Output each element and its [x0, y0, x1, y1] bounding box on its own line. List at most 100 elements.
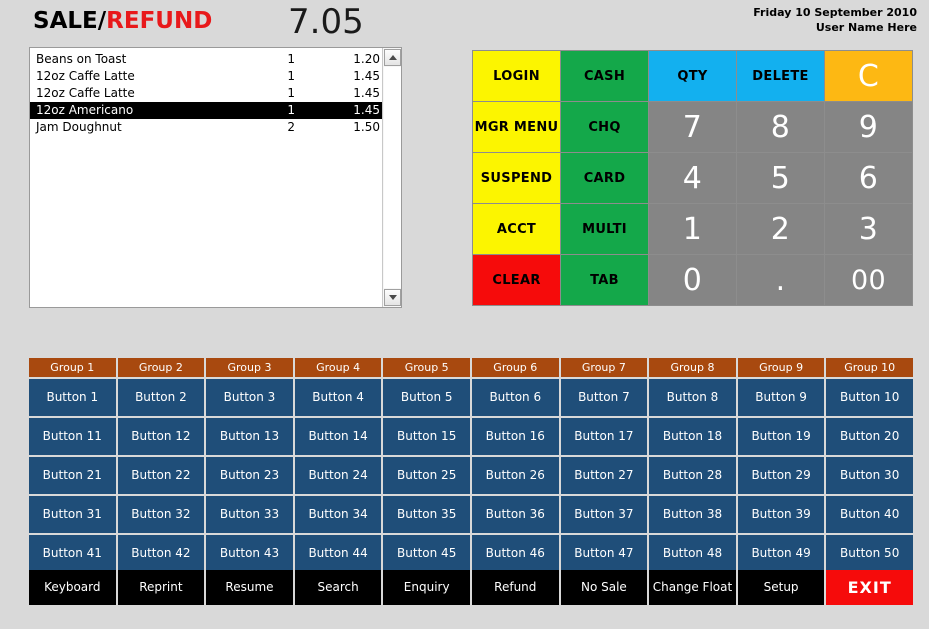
- product-button[interactable]: Button 28: [649, 457, 736, 494]
- keypad-key-3[interactable]: 3: [825, 204, 912, 254]
- receipt-row[interactable]: 12oz Caffe Latte 1 1.45: [30, 68, 382, 85]
- keypad-key-9[interactable]: 9: [825, 102, 912, 152]
- product-button[interactable]: Button 25: [383, 457, 470, 494]
- keypad-key-qty[interactable]: QTY: [649, 51, 736, 101]
- group-tab[interactable]: Group 4: [294, 358, 382, 377]
- product-button[interactable]: Button 19: [737, 418, 825, 455]
- action-button-exit[interactable]: EXIT: [826, 570, 913, 605]
- action-button-search[interactable]: Search: [294, 570, 382, 605]
- product-button[interactable]: Button 4: [294, 379, 382, 416]
- receipt-row[interactable]: Jam Doughnut 2 1.50: [30, 119, 382, 136]
- action-button-change-float[interactable]: Change Float: [649, 570, 736, 605]
- keypad-key-multi[interactable]: MULTI: [561, 204, 648, 254]
- product-button[interactable]: Button 9: [737, 379, 825, 416]
- product-button[interactable]: Button 40: [826, 496, 913, 533]
- group-tab[interactable]: Group 6: [471, 358, 559, 377]
- group-tab[interactable]: Group 5: [383, 358, 470, 377]
- action-button-no-sale[interactable]: No Sale: [560, 570, 648, 605]
- keypad-key-tab[interactable]: TAB: [561, 255, 648, 305]
- product-button[interactable]: Button 47: [560, 535, 648, 572]
- action-button-refund[interactable]: Refund: [471, 570, 559, 605]
- keypad-key-4[interactable]: 4: [649, 153, 736, 203]
- keypad-key-7[interactable]: 7: [649, 102, 736, 152]
- product-button[interactable]: Button 36: [471, 496, 559, 533]
- receipt-row[interactable]: 12oz Americano 1 1.45: [30, 102, 382, 119]
- product-button[interactable]: Button 34: [294, 496, 382, 533]
- product-button[interactable]: Button 35: [383, 496, 470, 533]
- group-tab[interactable]: Group 7: [560, 358, 648, 377]
- product-button[interactable]: Button 18: [649, 418, 736, 455]
- scroll-down-button[interactable]: [384, 289, 401, 306]
- keypad-key-card[interactable]: CARD: [561, 153, 648, 203]
- product-button[interactable]: Button 22: [117, 457, 205, 494]
- product-button[interactable]: Button 13: [206, 418, 293, 455]
- product-button[interactable]: Button 20: [826, 418, 913, 455]
- keypad-key-[interactable]: .: [737, 255, 824, 305]
- product-button[interactable]: Button 7: [560, 379, 648, 416]
- keypad-key-00[interactable]: 00: [825, 255, 912, 305]
- product-button[interactable]: Button 29: [737, 457, 825, 494]
- keypad-key-mgr-menu[interactable]: MGR MENU: [473, 102, 560, 152]
- action-button-keyboard[interactable]: Keyboard: [29, 570, 116, 605]
- product-button[interactable]: Button 32: [117, 496, 205, 533]
- product-button[interactable]: Button 14: [294, 418, 382, 455]
- action-button-reprint[interactable]: Reprint: [117, 570, 205, 605]
- product-button[interactable]: Button 48: [649, 535, 736, 572]
- product-button[interactable]: Button 39: [737, 496, 825, 533]
- keypad-key-6[interactable]: 6: [825, 153, 912, 203]
- product-button[interactable]: Button 27: [560, 457, 648, 494]
- product-button[interactable]: Button 45: [383, 535, 470, 572]
- product-button[interactable]: Button 41: [29, 535, 116, 572]
- product-button[interactable]: Button 8: [649, 379, 736, 416]
- product-button[interactable]: Button 43: [206, 535, 293, 572]
- product-button[interactable]: Button 2: [117, 379, 205, 416]
- product-button[interactable]: Button 24: [294, 457, 382, 494]
- product-button[interactable]: Button 37: [560, 496, 648, 533]
- product-button[interactable]: Button 5: [383, 379, 470, 416]
- product-button[interactable]: Button 15: [383, 418, 470, 455]
- product-button[interactable]: Button 11: [29, 418, 116, 455]
- group-tab[interactable]: Group 2: [117, 358, 205, 377]
- product-button[interactable]: Button 49: [737, 535, 825, 572]
- product-button[interactable]: Button 6: [471, 379, 559, 416]
- product-button[interactable]: Button 21: [29, 457, 116, 494]
- keypad-key-acct[interactable]: ACCT: [473, 204, 560, 254]
- scroll-up-button[interactable]: [384, 49, 401, 66]
- product-button[interactable]: Button 17: [560, 418, 648, 455]
- keypad-key-delete[interactable]: DELETE: [737, 51, 824, 101]
- product-button[interactable]: Button 30: [826, 457, 913, 494]
- receipt-scrollbar[interactable]: [382, 48, 401, 307]
- action-button-enquiry[interactable]: Enquiry: [383, 570, 470, 605]
- product-button[interactable]: Button 44: [294, 535, 382, 572]
- product-button[interactable]: Button 23: [206, 457, 293, 494]
- action-button-resume[interactable]: Resume: [206, 570, 293, 605]
- keypad-key-chq[interactable]: CHQ: [561, 102, 648, 152]
- group-tab[interactable]: Group 10: [826, 358, 913, 377]
- product-button[interactable]: Button 50: [826, 535, 913, 572]
- keypad-key-0[interactable]: 0: [649, 255, 736, 305]
- product-button[interactable]: Button 26: [471, 457, 559, 494]
- keypad-key-1[interactable]: 1: [649, 204, 736, 254]
- product-button[interactable]: Button 31: [29, 496, 116, 533]
- product-button[interactable]: Button 38: [649, 496, 736, 533]
- keypad-key-2[interactable]: 2: [737, 204, 824, 254]
- keypad-key-suspend[interactable]: SUSPEND: [473, 153, 560, 203]
- group-tab[interactable]: Group 1: [29, 358, 116, 377]
- product-button[interactable]: Button 3: [206, 379, 293, 416]
- action-button-setup[interactable]: Setup: [737, 570, 825, 605]
- receipt-row[interactable]: 12oz Caffe Latte 1 1.45: [30, 85, 382, 102]
- keypad-key-cash[interactable]: CASH: [561, 51, 648, 101]
- keypad-key-clear[interactable]: CLEAR: [473, 255, 560, 305]
- product-button[interactable]: Button 16: [471, 418, 559, 455]
- keypad-key-8[interactable]: 8: [737, 102, 824, 152]
- group-tab[interactable]: Group 8: [649, 358, 736, 377]
- product-button[interactable]: Button 33: [206, 496, 293, 533]
- product-button[interactable]: Button 42: [117, 535, 205, 572]
- receipt-item-list[interactable]: Beans on Toast 1 1.20 12oz Caffe Latte 1 1.45…: [29, 47, 402, 308]
- product-button[interactable]: Button 46: [471, 535, 559, 572]
- scrollbar-track[interactable]: [384, 67, 401, 288]
- keypad-key-login[interactable]: LOGIN: [473, 51, 560, 101]
- group-tab[interactable]: Group 3: [206, 358, 293, 377]
- product-button[interactable]: Button 1: [29, 379, 116, 416]
- keypad-key-c[interactable]: C: [825, 51, 912, 101]
